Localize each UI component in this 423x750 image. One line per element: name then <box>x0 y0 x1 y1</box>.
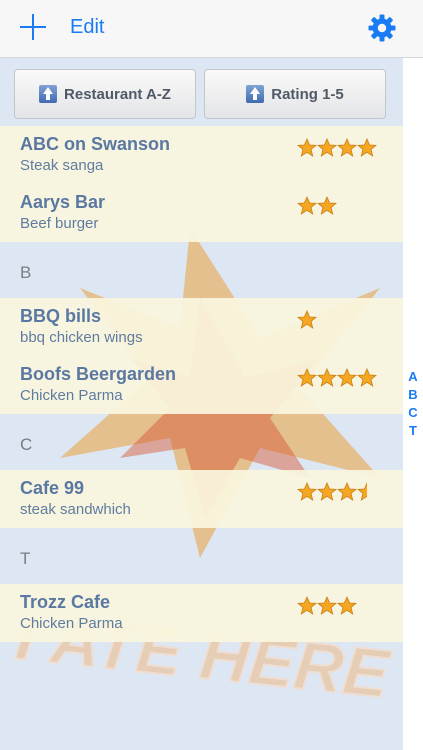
index-letter[interactable]: B <box>403 387 423 402</box>
section-header-label: T <box>20 549 31 568</box>
star-rating <box>296 367 378 387</box>
restaurant-name: Aarys Bar <box>20 192 106 212</box>
star-rating <box>296 595 358 615</box>
gear-icon[interactable] <box>367 13 397 43</box>
dish-name: Chicken Parma <box>20 387 123 404</box>
star-rating <box>296 481 367 501</box>
star-icon <box>357 482 367 501</box>
restaurant-row[interactable]: Trozz Cafe Chicken Parma <box>0 584 403 642</box>
edit-button[interactable]: Edit <box>70 16 104 39</box>
dish-name: Chicken Parma <box>20 615 123 632</box>
rating-stars <box>296 367 378 388</box>
star-icon <box>356 137 378 157</box>
star-rating <box>296 137 378 157</box>
star-icon <box>316 595 338 615</box>
star-icon <box>316 137 338 157</box>
sort-rating-button[interactable]: Rating 1-5 <box>204 69 386 119</box>
sort-restaurant-label: Restaurant A-Z <box>64 85 171 103</box>
restaurant-row[interactable]: BBQ bills bbq chicken wings <box>0 298 403 356</box>
restaurant-row[interactable]: Cafe 99 steak sandwhich <box>0 470 403 528</box>
star-icon <box>336 137 358 157</box>
star-icon <box>296 195 318 215</box>
star-icon <box>316 481 338 501</box>
star-icon <box>316 367 338 387</box>
section-header: B <box>0 242 403 298</box>
restaurant-name: ABC on Swanson <box>20 134 171 154</box>
star-rating <box>296 309 318 329</box>
up-arrow-icon <box>39 85 58 103</box>
rating-stars <box>296 195 338 216</box>
section-header-label: C <box>20 435 33 454</box>
restaurant-list-area[interactable]: I ATE HERE Restaurant A-Z Rating 1-5 ABC… <box>0 58 403 750</box>
restaurant-name: Boofs Beergarden <box>20 364 177 384</box>
star-icon <box>296 367 318 387</box>
star-icon <box>296 481 318 501</box>
restaurant-row[interactable]: Aarys Bar Beef burger <box>0 184 403 242</box>
star-rating <box>296 195 338 215</box>
star-icon <box>316 195 338 215</box>
star-icon <box>336 481 358 501</box>
dish-name: Beef burger <box>20 215 99 232</box>
star-icon <box>336 367 358 387</box>
star-icon <box>356 367 378 387</box>
section-header: T <box>0 528 403 584</box>
restaurant-name: Trozz Cafe <box>20 592 111 612</box>
star-icon <box>296 137 318 157</box>
index-letter[interactable]: T <box>403 423 423 438</box>
section-header-label: B <box>20 263 32 282</box>
restaurant-row[interactable]: Boofs Beergarden Chicken Parma <box>0 356 403 414</box>
dish-name: steak sandwhich <box>20 501 131 518</box>
star-icon <box>296 595 318 615</box>
star-icon <box>296 309 318 329</box>
index-letter[interactable]: C <box>403 405 423 420</box>
star-icon <box>336 595 358 615</box>
restaurant-name: BBQ bills <box>20 306 102 326</box>
sort-rating-label: Rating 1-5 <box>271 85 344 103</box>
sort-toolbar: Restaurant A-Z Rating 1-5 <box>0 58 403 126</box>
dish-name: Steak sanga <box>20 157 104 174</box>
sort-restaurant-button[interactable]: Restaurant A-Z <box>14 69 196 119</box>
section-index[interactable]: ABCT <box>403 58 423 750</box>
restaurant-row[interactable]: ABC on Swanson Steak sanga <box>0 126 403 184</box>
restaurant-list: ABC on Swanson Steak sanga Aarys Bar Beef b… <box>0 126 403 642</box>
rating-stars <box>296 137 378 158</box>
section-header: C <box>0 414 403 470</box>
dish-name: bbq chicken wings <box>20 329 143 346</box>
rating-stars <box>296 595 358 616</box>
navigation-bar: Edit <box>0 0 423 58</box>
rating-stars <box>296 481 377 502</box>
up-arrow-icon <box>246 85 265 103</box>
add-button[interactable] <box>20 14 46 40</box>
restaurant-name: Cafe 99 <box>20 478 85 498</box>
rating-stars <box>296 309 318 330</box>
index-letter[interactable]: A <box>403 369 423 384</box>
